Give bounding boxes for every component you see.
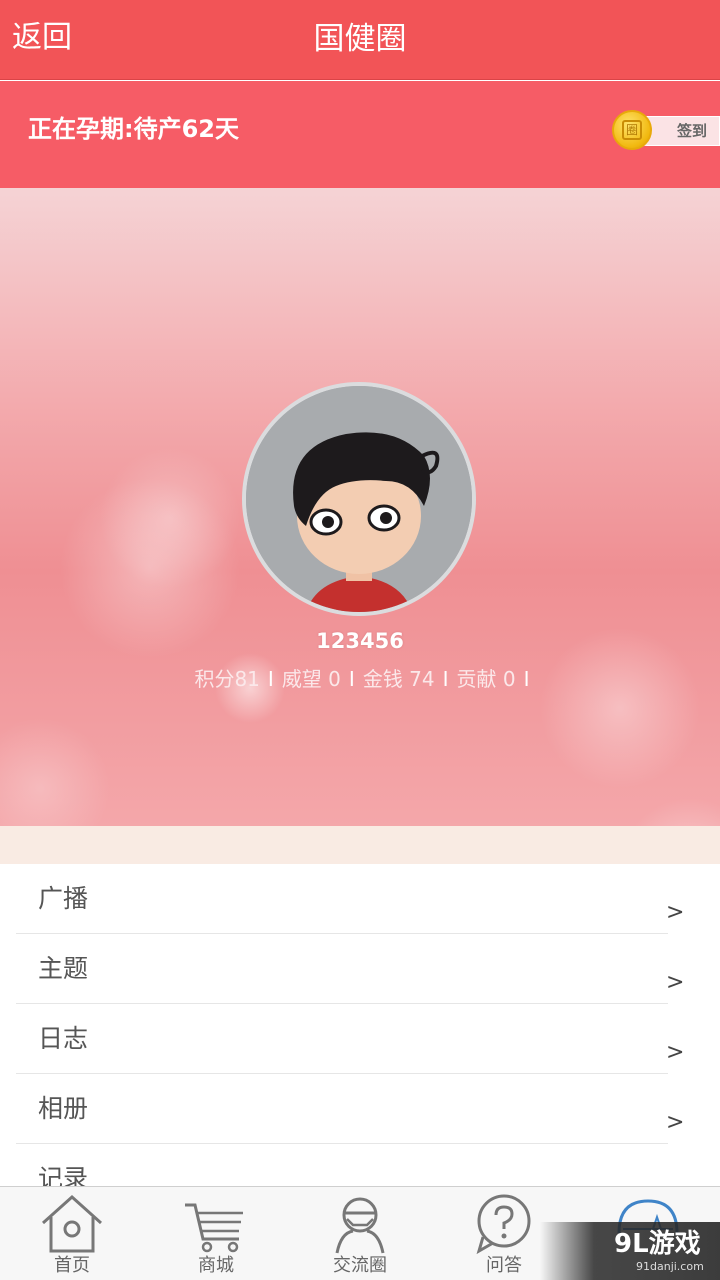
divider-strip bbox=[0, 826, 720, 864]
question-icon bbox=[476, 1194, 531, 1255]
menu-item-diary[interactable]: 日志 > bbox=[16, 1004, 684, 1074]
tab-shop[interactable]: 商城 bbox=[144, 1187, 288, 1280]
top-navbar: 返回 国健圈 bbox=[0, 0, 720, 80]
avatar-cartoon-icon bbox=[246, 386, 472, 612]
checkin-label: 签到 bbox=[676, 122, 707, 140]
stat-money: 金钱 74 bbox=[362, 667, 435, 691]
username: 123456 bbox=[316, 629, 404, 653]
menu-item-label: 记录 bbox=[38, 1164, 89, 1186]
home-icon bbox=[41, 1194, 103, 1253]
menu-item-label: 广播 bbox=[38, 884, 89, 913]
menu-item-album[interactable]: 相册 > bbox=[16, 1074, 684, 1144]
tab-label: 商城 bbox=[198, 1255, 234, 1276]
cart-icon bbox=[185, 1203, 243, 1253]
avatar[interactable] bbox=[242, 382, 476, 616]
checkin-button[interactable]: 签到 圈 bbox=[612, 110, 720, 152]
tab-community[interactable]: 交流圈 bbox=[288, 1187, 432, 1280]
watermark-url: 91danji.com bbox=[636, 1260, 704, 1273]
menu-item-records[interactable]: 记录 > bbox=[16, 1144, 684, 1186]
stat-separator: I bbox=[523, 667, 530, 691]
menu-item-label: 相册 bbox=[38, 1094, 89, 1123]
chevron-right-icon: > bbox=[666, 1040, 685, 1065]
tab-label: 首页 bbox=[54, 1255, 90, 1276]
coin-glyph: 圈 bbox=[622, 120, 642, 140]
stat-contribution: 贡献 0 bbox=[456, 667, 516, 691]
menu-item-broadcast[interactable]: 广播 > bbox=[16, 864, 684, 934]
stat-prestige: 威望 0 bbox=[281, 667, 341, 691]
menu-item-label: 主题 bbox=[38, 954, 89, 983]
watermark-logo-text: 9L游戏 bbox=[614, 1229, 701, 1259]
stat-separator: I bbox=[442, 667, 449, 691]
profile-menu: 广播 > 主题 > 日志 > 相册 > 记录 > bbox=[0, 864, 720, 1186]
page-title: 国健圈 bbox=[313, 21, 407, 57]
stat-separator: I bbox=[267, 667, 274, 691]
chevron-right-icon: > bbox=[666, 970, 685, 995]
community-icon bbox=[335, 1197, 385, 1254]
stat-points: 积分81 bbox=[194, 667, 260, 691]
site-watermark: 9L游戏 91danji.com bbox=[540, 1222, 720, 1280]
chevron-right-icon: > bbox=[666, 900, 685, 925]
user-stats: 积分81 I 威望 0 I 金钱 74 I 贡献 0 I bbox=[0, 664, 720, 694]
tab-home[interactable]: 首页 bbox=[0, 1187, 144, 1280]
chevron-right-icon: > bbox=[666, 1178, 684, 1186]
menu-item-label: 日志 bbox=[38, 1024, 89, 1053]
pregnancy-status-text: 正在孕期:待产62天 bbox=[28, 115, 239, 143]
coin-icon: 圈 bbox=[612, 110, 652, 150]
stat-separator: I bbox=[348, 667, 355, 691]
tab-label: 交流圈 bbox=[333, 1255, 387, 1276]
menu-item-topics[interactable]: 主题 > bbox=[16, 934, 684, 1004]
chevron-right-icon: > bbox=[666, 1110, 685, 1135]
